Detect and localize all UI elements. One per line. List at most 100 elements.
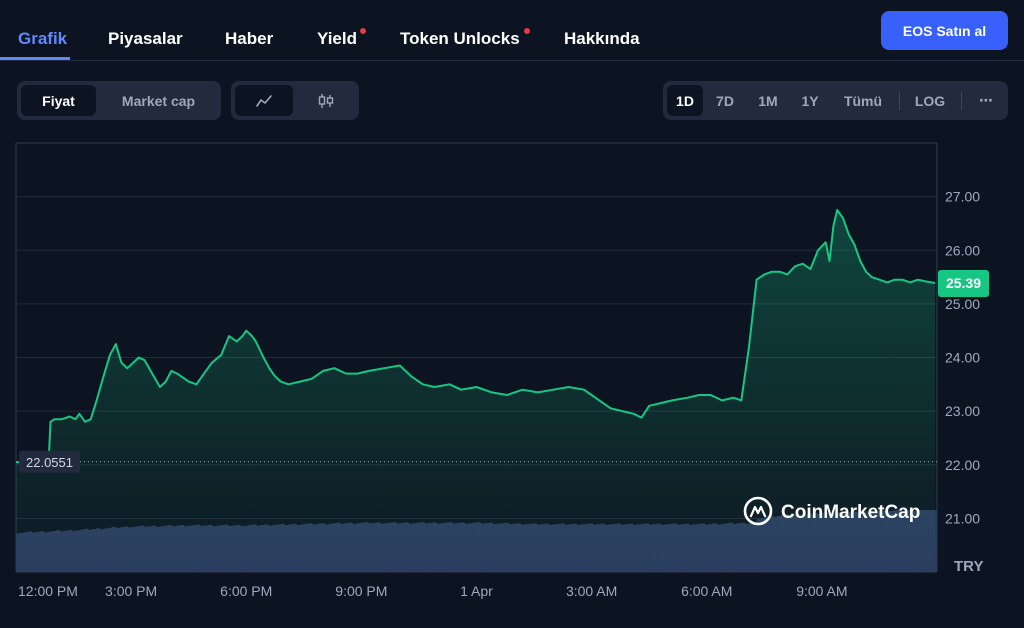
price-point — [901, 278, 904, 281]
price-point — [89, 418, 92, 421]
price-point — [268, 367, 271, 370]
price-point — [763, 273, 766, 276]
x-axis-ticks: 12:00 PM 3:00 PM 6:00 PM 9:00 PM 1 Apr 3:00 A… — [18, 583, 848, 599]
price-point — [274, 375, 277, 378]
price-point — [176, 372, 179, 375]
price-point — [448, 383, 451, 386]
y-axis-ticks: 21.00 22.00 23.00 24.00 25.00 26.00 27.00 — [945, 189, 980, 527]
price-point — [709, 394, 712, 397]
price-point — [187, 380, 190, 383]
price-point — [886, 281, 889, 284]
price-point — [132, 361, 135, 364]
price-point — [909, 281, 912, 284]
price-point — [671, 399, 674, 402]
x-tick-label: 6:00 AM — [681, 583, 732, 599]
price-point — [506, 394, 509, 397]
price-point — [158, 385, 161, 388]
price-point — [126, 367, 129, 370]
price-point — [345, 372, 348, 375]
price-point — [298, 380, 301, 383]
price-point — [865, 270, 868, 273]
y-tick-label: 23.00 — [945, 403, 980, 419]
price-point — [53, 418, 56, 421]
current-price-tag: 25.39 — [938, 269, 989, 297]
price-point — [582, 388, 585, 391]
price-point — [74, 418, 77, 421]
price-point — [356, 372, 359, 375]
price-point — [659, 402, 662, 405]
x-tick-label: 6:00 PM — [220, 583, 272, 599]
price-point — [170, 369, 173, 372]
price-chart: 21.00 22.00 23.00 24.00 25.00 26.00 27.00 12:0… — [15, 142, 989, 599]
x-tick-label: 9:00 AM — [796, 583, 847, 599]
price-point — [227, 335, 230, 338]
price-point — [640, 416, 643, 419]
price-point — [245, 329, 248, 332]
price-point — [841, 217, 844, 220]
price-point — [801, 262, 804, 265]
y-tick-label: 25.00 — [945, 296, 980, 312]
price-point — [164, 380, 167, 383]
x-tick-label: 3:00 PM — [105, 583, 157, 599]
price-point — [203, 372, 206, 375]
price-point — [817, 249, 820, 252]
price-point — [241, 335, 244, 338]
price-point — [490, 391, 493, 394]
price-point — [421, 383, 424, 386]
price-point — [755, 278, 758, 281]
price-point — [521, 388, 524, 391]
price-point — [934, 281, 937, 284]
price-point — [68, 415, 71, 418]
price-point — [836, 209, 839, 212]
price-point — [475, 385, 478, 388]
price-point — [809, 268, 812, 271]
price-point — [567, 385, 570, 388]
y-tick-label: 21.00 — [945, 510, 980, 526]
currency-label: TRY — [954, 558, 983, 575]
price-point — [262, 356, 265, 359]
price-point — [828, 259, 831, 262]
price-point — [151, 372, 154, 375]
price-point — [824, 241, 827, 244]
x-tick-label: 12:00 PM — [18, 583, 78, 599]
price-point — [103, 372, 106, 375]
price-point — [287, 383, 290, 386]
current-price-label: 25.39 — [946, 275, 981, 291]
price-point — [49, 420, 52, 423]
y-tick-label: 26.00 — [945, 242, 980, 258]
x-tick-label: 1 Apr — [460, 583, 493, 599]
price-point — [590, 394, 593, 397]
price-point — [893, 278, 896, 281]
price-point — [220, 353, 223, 356]
price-point — [878, 278, 881, 281]
y-tick-label: 24.00 — [945, 350, 980, 366]
price-point — [698, 394, 701, 397]
price-point — [114, 343, 117, 346]
price-point — [322, 369, 325, 372]
price-point — [433, 385, 436, 388]
price-point — [61, 418, 64, 421]
price-point — [732, 396, 735, 399]
price-point — [778, 270, 781, 273]
open-price-tag: 22.0551 — [19, 450, 80, 473]
price-point — [853, 243, 856, 246]
price-point — [235, 340, 238, 343]
price-point — [109, 353, 112, 356]
price-point — [721, 399, 724, 402]
price-point — [740, 399, 743, 402]
price-point — [15, 461, 18, 464]
price-point — [398, 364, 401, 367]
price-point — [254, 340, 257, 343]
price-point — [258, 348, 261, 351]
price-point — [794, 265, 797, 268]
price-point — [536, 391, 539, 394]
price-point — [747, 345, 750, 348]
price-point — [84, 420, 87, 423]
price-point — [686, 396, 689, 399]
price-point — [383, 367, 386, 370]
price-point — [832, 225, 835, 228]
price-point — [279, 380, 282, 383]
x-tick-label: 3:00 AM — [566, 583, 617, 599]
price-point — [621, 410, 624, 413]
price-point — [78, 412, 81, 415]
